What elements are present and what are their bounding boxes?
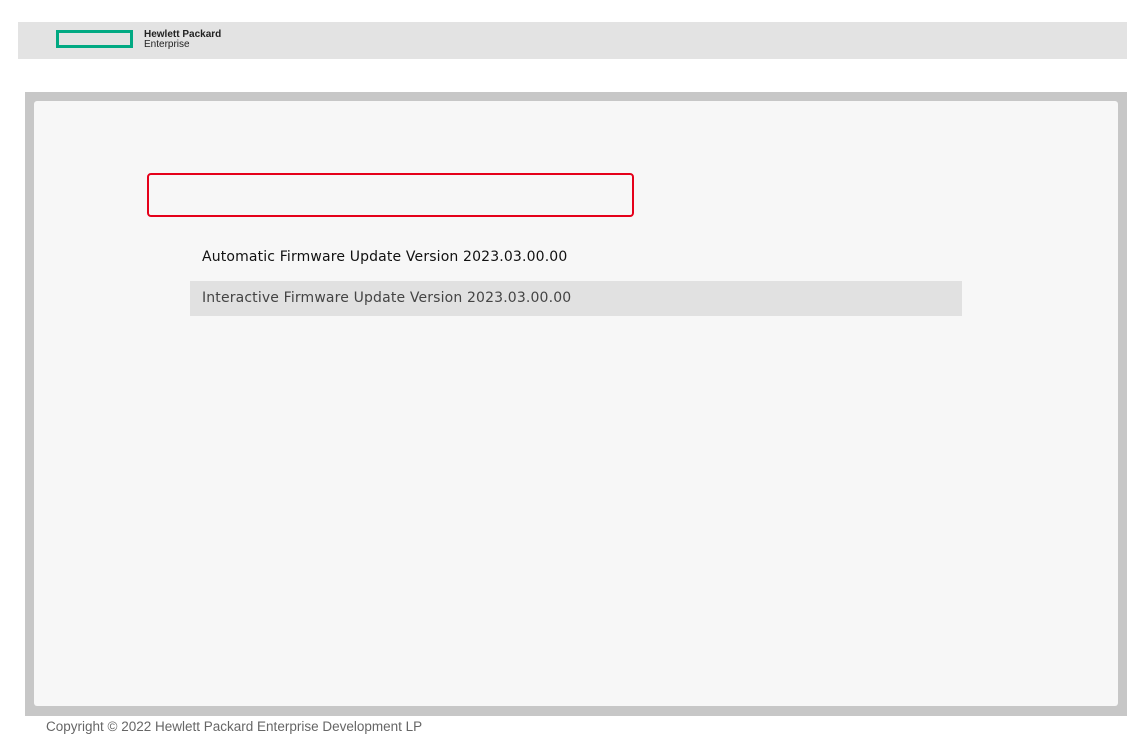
page: Hewlett Packard Enterprise Automatic Fir… xyxy=(0,0,1127,737)
content-frame: Automatic Firmware Update Version 2023.0… xyxy=(25,92,1127,716)
hpe-logo-text: Hewlett Packard Enterprise xyxy=(144,30,221,50)
hpe-logo: Hewlett Packard Enterprise xyxy=(56,30,221,50)
logo-line-2: Enterprise xyxy=(144,39,190,50)
header-bar: Hewlett Packard Enterprise xyxy=(18,22,1127,59)
firmware-menu-panel: Automatic Firmware Update Version 2023.0… xyxy=(34,101,1118,706)
hpe-logo-element-icon xyxy=(56,30,133,48)
menu-item-interactive-firmware-update[interactable]: Interactive Firmware Update Version 2023… xyxy=(190,281,962,316)
menu-item-automatic-firmware-update[interactable]: Automatic Firmware Update Version 2023.0… xyxy=(190,240,962,275)
copyright-footer: Copyright © 2022 Hewlett Packard Enterpr… xyxy=(46,719,423,734)
